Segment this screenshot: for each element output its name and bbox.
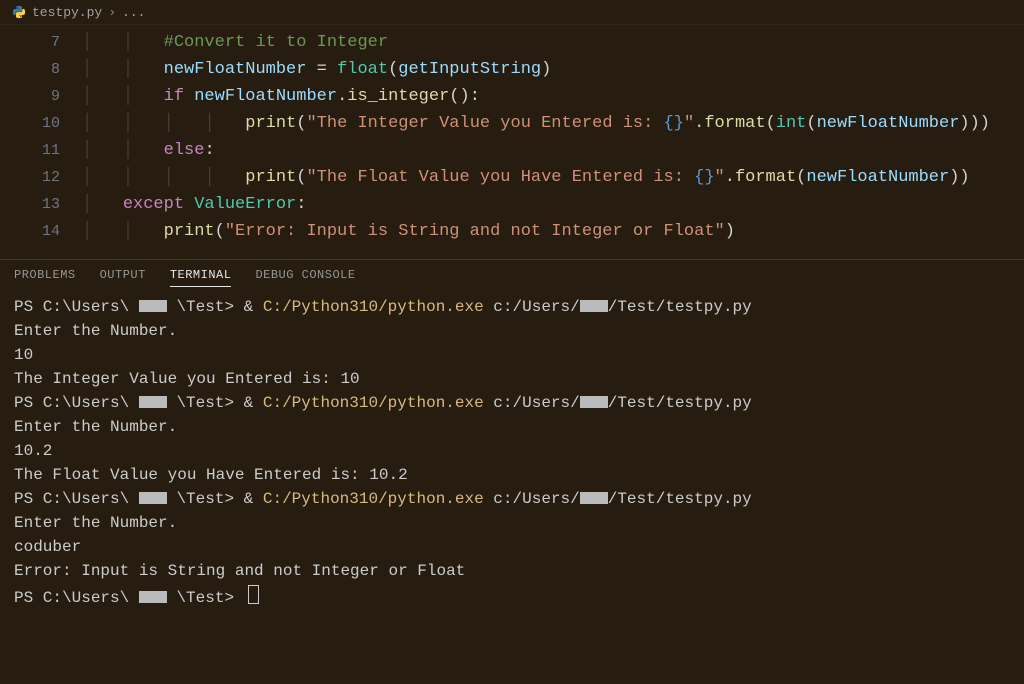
terminal-output[interactable]: PS C:\Users\ \Test> & C:/Python310/pytho… [0,293,1024,684]
panel-tab-debug-console[interactable]: DEBUG CONSOLE [255,268,355,287]
line-number: 9 [0,83,82,110]
breadcrumb-trail[interactable]: ... [122,5,145,20]
redacted-username [580,300,608,312]
code-line[interactable]: 12│ │ │ │ print("The Float Value you Hav… [0,164,1024,191]
breadcrumb-separator-icon: › [108,5,116,20]
panel-tabs: PROBLEMS OUTPUT TERMINAL DEBUG CONSOLE [0,260,1024,293]
code-content[interactable]: │ │ │ │ print("The Float Value you Have … [82,164,1024,191]
code-content[interactable]: │ │ if newFloatNumber.is_integer(): [82,83,1024,110]
python-file-icon [12,5,26,19]
code-content[interactable]: │ │ │ │ print("The Integer Value you Ent… [82,110,1024,137]
code-content[interactable]: │ │ newFloatNumber = float(getInputStrin… [82,56,1024,83]
redacted-username [139,396,167,408]
line-number: 10 [0,110,82,137]
code-line[interactable]: 14│ │ print("Error: Input is String and … [0,218,1024,245]
code-content[interactable]: │ │ print("Error: Input is String and no… [82,218,1024,245]
redacted-username [139,591,167,603]
code-editor[interactable]: 7│ │ #Convert it to Integer8│ │ newFloat… [0,25,1024,259]
redacted-username [580,492,608,504]
code-line[interactable]: 7│ │ #Convert it to Integer [0,29,1024,56]
line-number: 11 [0,137,82,164]
line-number: 7 [0,29,82,56]
panel-tab-terminal[interactable]: TERMINAL [170,268,232,287]
code-line[interactable]: 13│ except ValueError: [0,191,1024,218]
code-line[interactable]: 10│ │ │ │ print("The Integer Value you E… [0,110,1024,137]
panel-tab-output[interactable]: OUTPUT [100,268,146,287]
code-line[interactable]: 11│ │ else: [0,137,1024,164]
code-content[interactable]: │ │ #Convert it to Integer [82,29,1024,56]
line-number: 14 [0,218,82,245]
code-line[interactable]: 8│ │ newFloatNumber = float(getInputStri… [0,56,1024,83]
code-content[interactable]: │ except ValueError: [82,191,1024,218]
line-number: 8 [0,56,82,83]
breadcrumb-file[interactable]: testpy.py [32,5,102,20]
redacted-username [580,396,608,408]
terminal-cursor [248,585,259,604]
code-line[interactable]: 9│ │ if newFloatNumber.is_integer(): [0,83,1024,110]
redacted-username [139,492,167,504]
code-content[interactable]: │ │ else: [82,137,1024,164]
line-number: 13 [0,191,82,218]
panel-tab-problems[interactable]: PROBLEMS [14,268,76,287]
redacted-username [139,300,167,312]
breadcrumb[interactable]: testpy.py › ... [0,0,1024,25]
line-number: 12 [0,164,82,191]
